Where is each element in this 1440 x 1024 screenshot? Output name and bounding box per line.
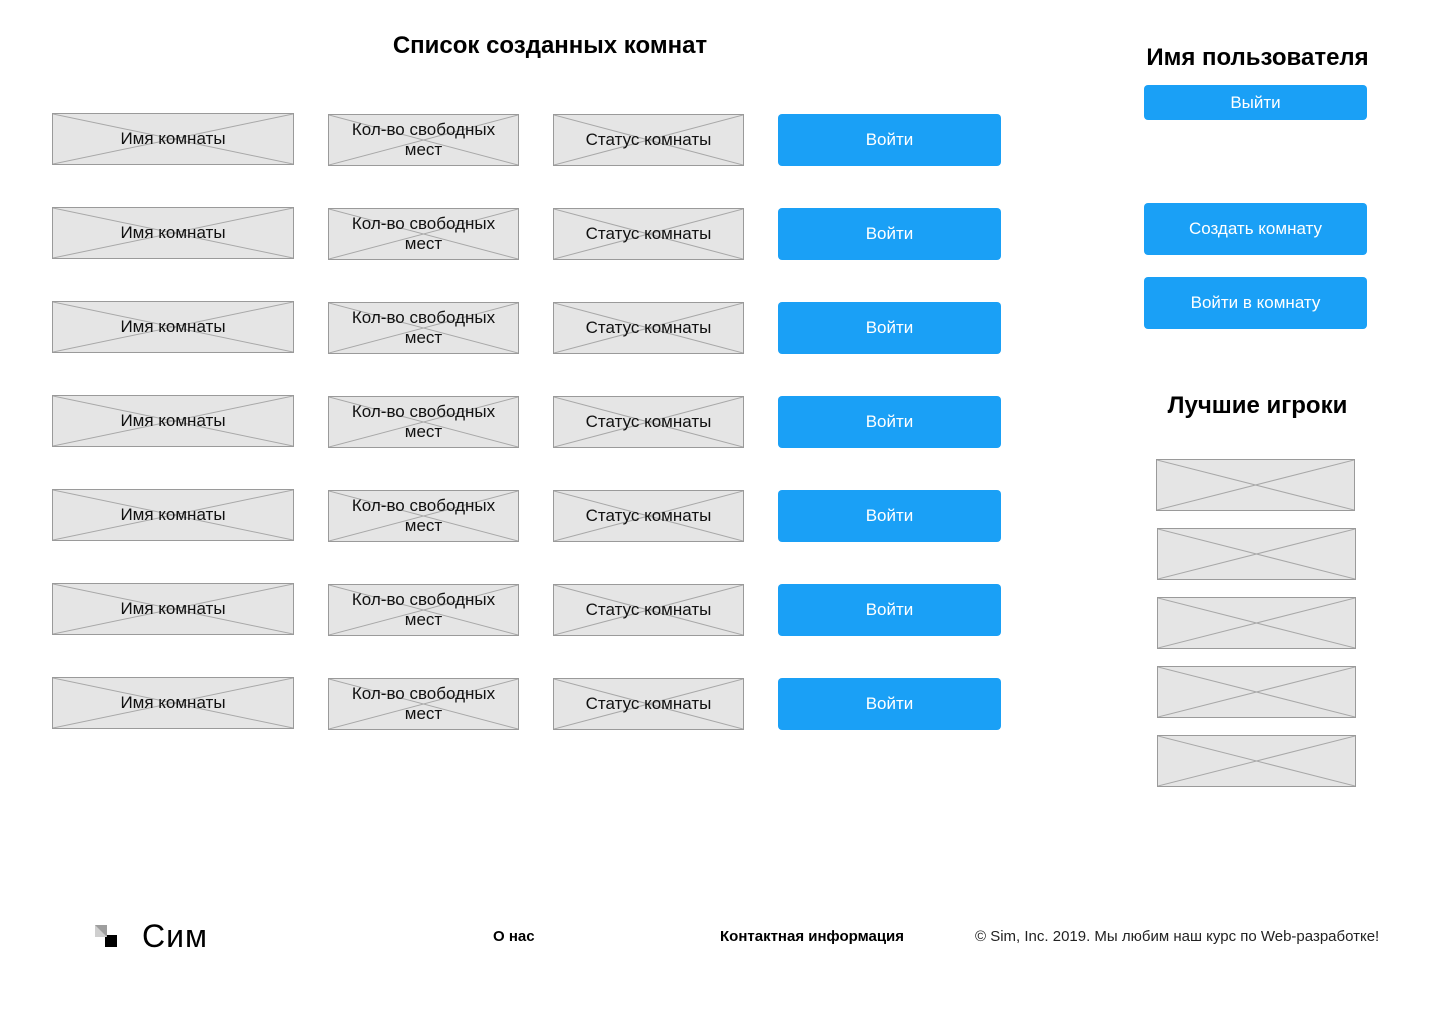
placeholder-cross-icon xyxy=(1157,460,1354,510)
top-player-entry xyxy=(1157,666,1356,718)
room-name: Имя комнаты xyxy=(52,583,294,635)
room-status-label: Статус комнаты xyxy=(585,318,712,337)
placeholder-cross-icon xyxy=(1158,529,1355,579)
logo-icon xyxy=(95,925,117,947)
top-players-title: Лучшие игроки xyxy=(1167,392,1348,419)
room-name-label: Имя комнаты xyxy=(120,599,226,618)
room-status: Статус комнаты xyxy=(553,490,744,542)
room-free-places: Кол-во свободных мест xyxy=(328,490,519,542)
room-free-places: Кол-во свободных мест xyxy=(328,396,519,448)
room-status-label: Статус комнаты xyxy=(585,130,712,149)
join-room-row-button[interactable]: Войти xyxy=(778,678,1001,730)
top-player-entry xyxy=(1156,459,1355,511)
room-name-label: Имя комнаты xyxy=(120,693,226,712)
room-name-label: Имя комнаты xyxy=(120,223,226,242)
logout-button[interactable]: Выйти xyxy=(1144,85,1367,120)
top-player-entry xyxy=(1157,597,1356,649)
room-free-places-label: Кол-во свободных мест xyxy=(351,684,496,723)
copyright-text: © Sim, Inc. 2019. Мы любим наш курс по W… xyxy=(975,928,1380,945)
room-status-label: Статус комнаты xyxy=(585,412,712,431)
room-free-places-label: Кол-во свободных мест xyxy=(351,590,496,629)
room-free-places-label: Кол-во свободных мест xyxy=(351,214,496,253)
room-free-places-label: Кол-во свободных мест xyxy=(351,120,496,159)
room-free-places: Кол-во свободных мест xyxy=(328,584,519,636)
room-status: Статус комнаты xyxy=(553,678,744,730)
room-status: Статус комнаты xyxy=(553,208,744,260)
room-name: Имя комнаты xyxy=(52,301,294,353)
join-room-row-button[interactable]: Войти xyxy=(778,208,1001,260)
rooms-list-title: Список созданных комнат xyxy=(392,32,708,59)
username: Имя пользователя xyxy=(1146,44,1369,71)
join-room-row-button[interactable]: Войти xyxy=(778,490,1001,542)
room-status-label: Статус комнаты xyxy=(585,600,712,619)
placeholder-cross-icon xyxy=(1158,598,1355,648)
room-name: Имя комнаты xyxy=(52,677,294,729)
room-status: Статус комнаты xyxy=(553,584,744,636)
join-room-row-button[interactable]: Войти xyxy=(778,396,1001,448)
join-room-row-button[interactable]: Войти xyxy=(778,584,1001,636)
room-status-label: Статус комнаты xyxy=(585,224,712,243)
placeholder-cross-icon xyxy=(1158,736,1355,786)
join-room-button[interactable]: Войти в комнату xyxy=(1144,277,1367,329)
about-link[interactable]: О нас xyxy=(493,928,535,945)
room-status: Статус комнаты xyxy=(553,114,744,166)
create-room-button[interactable]: Создать комнату xyxy=(1144,203,1367,255)
room-free-places-label: Кол-во свободных мест xyxy=(351,496,496,535)
room-free-places: Кол-во свободных мест xyxy=(328,678,519,730)
room-status-label: Статус комнаты xyxy=(585,506,712,525)
top-player-entry xyxy=(1157,735,1356,787)
room-status-label: Статус комнаты xyxy=(585,694,712,713)
page: Список созданных комнат Имя комнаты Кол-в… xyxy=(0,0,1440,1024)
top-player-entry xyxy=(1157,528,1356,580)
room-name-label: Имя комнаты xyxy=(120,505,226,524)
room-free-places-label: Кол-во свободных мест xyxy=(351,402,496,441)
room-name: Имя комнаты xyxy=(52,113,294,165)
room-name: Имя комнаты xyxy=(52,207,294,259)
room-name-label: Имя комнаты xyxy=(120,129,226,148)
room-free-places-label: Кол-во свободных мест xyxy=(351,308,496,347)
room-name-label: Имя комнаты xyxy=(120,317,226,336)
room-name-label: Имя комнаты xyxy=(120,411,226,430)
room-name: Имя комнаты xyxy=(52,489,294,541)
placeholder-cross-icon xyxy=(1158,667,1355,717)
join-room-row-button[interactable]: Войти xyxy=(778,302,1001,354)
room-status: Статус комнаты xyxy=(553,396,744,448)
room-status: Статус комнаты xyxy=(553,302,744,354)
room-free-places: Кол-во свободных мест xyxy=(328,302,519,354)
room-name: Имя комнаты xyxy=(52,395,294,447)
room-free-places: Кол-во свободных мест xyxy=(328,114,519,166)
room-free-places: Кол-во свободных мест xyxy=(328,208,519,260)
contacts-link[interactable]: Контактная информация xyxy=(720,928,904,945)
logo-text: Сим xyxy=(142,918,208,954)
join-room-row-button[interactable]: Войти xyxy=(778,114,1001,166)
